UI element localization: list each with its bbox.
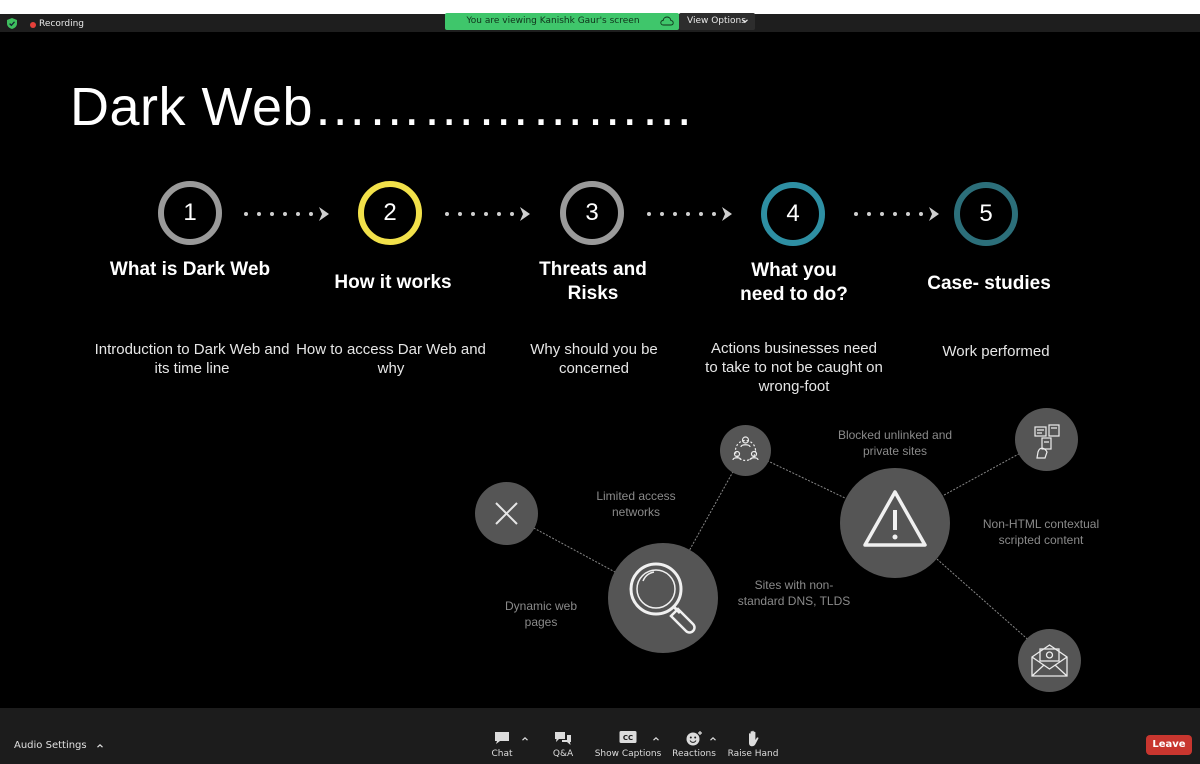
non-html-label: Non-HTML contextual scripted content: [982, 517, 1100, 547]
reactions-icon: [686, 731, 702, 746]
people-network-icon: [732, 436, 759, 462]
warning-node: [840, 468, 950, 578]
limited-access-label: Limited access networks: [596, 489, 676, 519]
chat-icon: [495, 732, 509, 744]
cc-icon: CC: [619, 731, 637, 743]
network-connector-lines: [505, 438, 1051, 660]
show-captions-button[interactable]: CC Show Captions: [593, 728, 663, 764]
reactions-options-chevron-icon[interactable]: [709, 735, 717, 743]
non-standard-dns-label: Sites with non-standard DNS, TLDS: [737, 578, 851, 608]
close-node: [475, 482, 538, 545]
email-icon: [1031, 644, 1068, 677]
cloud-icon: [660, 16, 674, 26]
chevron-up-icon[interactable]: [96, 742, 104, 750]
show-captions-label: Show Captions: [594, 749, 662, 759]
shield-icon: [7, 18, 17, 29]
magnifier-node: [608, 543, 718, 653]
blocked-unlinked-label: Blocked unlinked and private sites: [837, 428, 953, 458]
email-node: [1018, 629, 1081, 692]
recording-label: Recording: [39, 19, 85, 29]
shared-screen-slide: Dark Web………………… 1 What is Dark Web Intro…: [0, 32, 1200, 708]
meeting-toolbar: Audio Settings Chat Q&A CC Show Captions: [0, 708, 1200, 764]
chevron-down-icon: [742, 19, 748, 24]
raise-hand-label: Raise Hand: [727, 749, 779, 759]
viewing-screen-banner: You are viewing Kanishk Gaur's screen: [445, 13, 679, 30]
cc-text: CC: [623, 734, 633, 742]
viewing-screen-text: You are viewing Kanishk Gaur's screen: [466, 16, 640, 26]
devices-icon: [1034, 424, 1060, 459]
magnifier-icon: [629, 562, 696, 634]
chat-button[interactable]: Chat: [467, 728, 537, 764]
recording-indicator-icon: [30, 22, 36, 28]
audio-settings-button[interactable]: Audio Settings: [14, 740, 87, 751]
leave-button[interactable]: Leave: [1146, 735, 1192, 755]
raise-hand-icon: [749, 730, 759, 747]
raise-hand-button[interactable]: Raise Hand: [718, 728, 788, 764]
devices-node: [1015, 408, 1078, 471]
view-options-button[interactable]: View Options: [679, 13, 755, 30]
chat-label: Chat: [491, 749, 513, 759]
qa-icon: [555, 732, 571, 745]
qa-button[interactable]: Q&A: [528, 728, 598, 764]
warning-icon: [863, 490, 927, 547]
people-network-node: [720, 425, 771, 476]
close-icon: [495, 502, 518, 525]
view-options-label: View Options: [687, 16, 746, 26]
dynamic-pages-label: Dynamic web pages: [504, 599, 578, 629]
qa-label: Q&A: [552, 749, 574, 759]
